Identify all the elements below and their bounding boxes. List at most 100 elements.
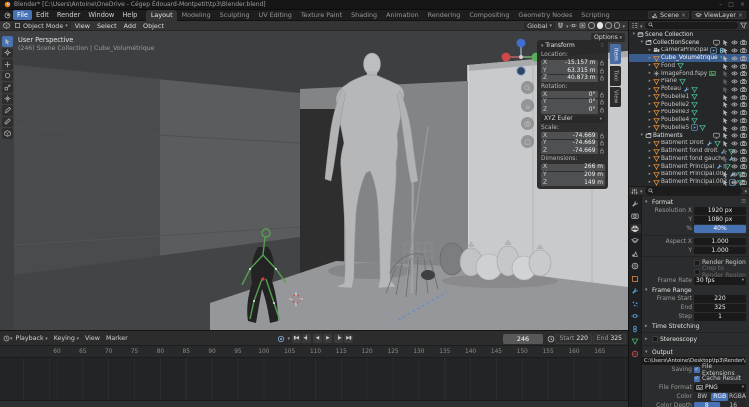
camera-restrict-icon[interactable] <box>740 109 747 116</box>
screen-icon[interactable] <box>713 39 720 46</box>
outliner-display-mode-icon[interactable] <box>631 22 638 29</box>
cache-result-checkbox[interactable] <box>694 376 700 382</box>
nav-button-nav-pan[interactable] <box>521 99 534 112</box>
outliner-row[interactable]: ▸ Batiment Principal <box>629 163 749 171</box>
lock-icon[interactable] <box>599 75 605 81</box>
render-region-checkbox[interactable] <box>694 260 700 266</box>
outliner-item-label[interactable]: Cube_Volumétrique <box>661 55 718 61</box>
frame-start-field[interactable]: 220 <box>694 295 746 303</box>
properties-tab-render[interactable] <box>630 212 641 221</box>
eye-icon[interactable] <box>731 156 738 163</box>
outliner-row[interactable]: ▾ Batiments <box>629 132 749 140</box>
outliner-item-label[interactable]: ImageFond.fspy <box>661 71 707 77</box>
outliner-item-label[interactable]: Batiment Principal.002 <box>661 179 727 185</box>
eye-icon[interactable] <box>731 179 738 186</box>
editor-type-icon[interactable] <box>3 335 10 342</box>
time-stretching-section-header[interactable]: ▸ Time Stretching <box>642 322 749 330</box>
playback-button-prev-keyframe[interactable]: ◀▏ <box>302 334 311 344</box>
crop-render-region-checkbox[interactable] <box>694 269 700 275</box>
camera-restrict-icon[interactable] <box>740 78 747 85</box>
shading-options-dropdown[interactable] <box>622 22 625 30</box>
cursor-icon[interactable] <box>722 70 729 77</box>
scene-selector[interactable]: Scene × <box>648 11 689 20</box>
color-option-button[interactable]: RGB <box>711 393 727 401</box>
outliner-row[interactable]: ▸ Batiment fond gauche <box>629 155 749 163</box>
properties-tab-scene[interactable] <box>630 249 641 258</box>
toolbar-button-tool-cursor[interactable] <box>2 48 13 59</box>
cursor-icon[interactable] <box>722 78 729 85</box>
outliner-row[interactable]: ▾ Scene Collection <box>629 31 749 39</box>
minimize-button[interactable]: – <box>719 1 722 8</box>
frame-range-section-header[interactable]: ▾ Frame Range <box>642 286 749 294</box>
frame-rate-dropdown[interactable]: 30 fps▾ <box>694 277 746 285</box>
eye-icon[interactable] <box>731 171 738 178</box>
stereoscopy-section-header[interactable]: ▸ Stereoscopy <box>642 335 749 343</box>
app-menu-icon[interactable] <box>2 11 13 20</box>
aspect-x-field[interactable]: 1.000 <box>694 238 746 246</box>
nav-button-nav-persp[interactable] <box>521 135 534 148</box>
properties-tab-modifiers[interactable] <box>630 287 641 296</box>
eye-icon[interactable] <box>731 101 738 108</box>
properties-tab-tool[interactable] <box>630 199 641 208</box>
outliner-display-dropdown[interactable] <box>640 22 643 30</box>
eye-icon[interactable] <box>731 109 738 116</box>
menu[interactable]: Window <box>84 10 118 20</box>
maximize-button[interactable]: □ <box>728 1 734 8</box>
properties-tab-constraints[interactable] <box>630 324 641 333</box>
transform-orientation-selector[interactable]: Global <box>524 22 555 30</box>
viewport-menu[interactable]: Object <box>140 22 167 30</box>
timeline-menu[interactable]: Playback <box>13 335 51 342</box>
eye-icon[interactable] <box>731 55 738 62</box>
cursor-icon[interactable] <box>722 140 729 147</box>
cursor-icon[interactable] <box>722 156 729 163</box>
rotation-field[interactable]: Y 0° <box>541 99 598 106</box>
toolbar-button-tool-select[interactable] <box>2 36 13 47</box>
screen-icon[interactable] <box>713 132 720 139</box>
outliner-item-label[interactable]: CollectionScene <box>653 40 699 46</box>
sidebar-tab[interactable]: Tool <box>610 66 621 86</box>
editor-type-dropdown[interactable] <box>640 187 643 195</box>
current-frame-field[interactable]: 246 <box>503 334 543 344</box>
eye-icon[interactable] <box>731 78 738 85</box>
camera-restrict-icon[interactable] <box>740 125 747 132</box>
camera-restrict-icon[interactable] <box>740 101 747 108</box>
editor-type-icon[interactable] <box>3 22 10 29</box>
workspace-tab[interactable]: Modeling <box>177 10 215 21</box>
cursor-icon[interactable] <box>722 86 729 93</box>
workspace-tab[interactable]: Rendering <box>423 10 465 21</box>
workspace-tab[interactable]: Scripting <box>577 10 614 21</box>
toolbar-button-tool-transform[interactable] <box>2 94 13 105</box>
rotation-field[interactable]: Z 0° <box>541 106 598 113</box>
color-option-button[interactable]: RGBA <box>729 393 746 401</box>
workspace-tab[interactable]: Compositing <box>465 10 514 21</box>
color-option-button[interactable]: BW <box>694 393 710 401</box>
outliner-row[interactable]: ▸ Poubelle4 <box>629 116 749 124</box>
camera-restrict-icon[interactable] <box>740 163 747 170</box>
menu[interactable]: Edit <box>32 10 53 20</box>
use-preview-range-icon[interactable] <box>547 335 555 343</box>
auto-keyframe-icon[interactable] <box>276 334 286 344</box>
outliner-item-label[interactable]: Plane <box>661 78 677 84</box>
shading-mode-shading-wireframe[interactable] <box>588 22 595 29</box>
xray-toggle-icon[interactable] <box>579 22 586 29</box>
location-field[interactable]: Y 63.315 m <box>541 67 598 74</box>
camera-restrict-icon[interactable] <box>740 47 747 54</box>
outliner-item-label[interactable]: Poubelle2 <box>661 102 689 108</box>
cursor-icon[interactable] <box>722 55 729 62</box>
rotation-field[interactable]: X 0° <box>541 91 598 98</box>
scale-field[interactable]: X -74.669 <box>541 132 598 139</box>
frame-end-field[interactable]: End325 <box>593 334 626 344</box>
dimensions-field[interactable]: Z 149 m <box>541 179 605 186</box>
toolbar-button-tool-rotate[interactable] <box>2 71 13 82</box>
cursor-icon[interactable] <box>722 94 729 101</box>
eye-icon[interactable] <box>731 47 738 54</box>
workspace-tab[interactable]: Geometry Nodes <box>514 10 577 21</box>
playback-button-play-reverse[interactable]: ◀ <box>313 334 322 344</box>
location-field[interactable]: X -15.157 m <box>541 60 598 67</box>
camera-restrict-icon[interactable] <box>740 132 747 139</box>
camera-restrict-icon[interactable] <box>740 148 747 155</box>
outliner-row[interactable]: ▸ Cube_Volumétrique <box>629 54 749 62</box>
outliner-item-label[interactable]: CameraPrincipal <box>661 47 708 53</box>
eye-icon[interactable] <box>731 148 738 155</box>
shading-mode-shading-solid[interactable] <box>597 22 604 29</box>
